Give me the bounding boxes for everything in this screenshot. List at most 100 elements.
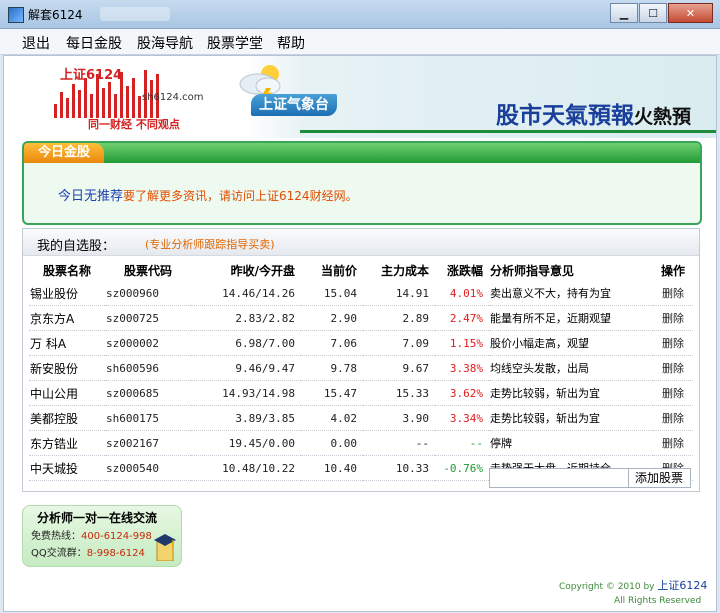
- stock-prev-open: 2.83/2.82: [191, 305, 301, 331]
- stock-advice: 停牌: [489, 430, 653, 456]
- maximize-button[interactable]: ☐: [639, 3, 667, 23]
- col-header-name: 股票名称: [42, 263, 91, 278]
- stock-price: 10.40: [301, 455, 363, 481]
- stock-code: sz000002: [105, 330, 191, 356]
- watchlist-subtitle: (专业分析师跟踪指导买卖): [145, 238, 275, 251]
- stock-table: 股票名称 股票代码 昨收/今开盘 当前价 主力成本 涨跌幅 分析师指导意见 操作…: [29, 259, 693, 481]
- stock-prev-open: 6.98/7.00: [191, 330, 301, 356]
- add-stock-box: 添加股票: [489, 468, 691, 488]
- stock-main-cost: 3.90: [363, 405, 435, 431]
- graduation-hat-icon: [154, 534, 176, 561]
- stock-advice: 股价小幅走高，观望: [489, 330, 653, 356]
- stock-name: 美都控股: [29, 405, 105, 431]
- stock-main-cost: --: [363, 430, 435, 456]
- stock-change: 3.38%: [435, 355, 489, 381]
- stock-main-cost: 15.33: [363, 380, 435, 406]
- stock-name: 中山公用: [29, 380, 105, 406]
- today-panel-header: 今日金股: [24, 143, 700, 163]
- rights-reserved: All Rights Reserved: [614, 596, 702, 606]
- stock-advice: 均线空头发散，出局: [489, 355, 653, 381]
- banner-headline: 股市天氣預報火熱預: [496, 96, 691, 130]
- stock-price: 2.90: [301, 305, 363, 331]
- table-row: 京东方A sz000725 2.83/2.82 2.90 2.89 2.47% 能量有所不足…: [29, 305, 693, 331]
- delete-button[interactable]: 删除: [653, 330, 693, 356]
- banner-divider: [300, 130, 716, 133]
- stock-name: 新安股份: [29, 355, 105, 381]
- delete-button[interactable]: 删除: [653, 355, 693, 381]
- stock-change: --: [435, 430, 489, 456]
- qq-label: QQ交流群：: [31, 548, 87, 559]
- logo-domain: sh6124.com: [142, 92, 204, 103]
- stock-code: sz000960: [105, 281, 191, 306]
- today-gold-stock-panel: 今日金股 今日无推荐要了解更多资讯，请访问上证6124财经网。: [22, 141, 702, 225]
- stock-advice: 卖出意义不大，持有为宜: [489, 281, 653, 306]
- stock-prev-open: 19.45/0.00: [191, 430, 301, 456]
- stock-price: 15.47: [301, 380, 363, 406]
- stock-code: sz000685: [105, 380, 191, 406]
- delete-button[interactable]: 删除: [653, 405, 693, 431]
- stock-name: 东方锆业: [29, 430, 105, 456]
- watchlist-panel: 我的自选股： (专业分析师跟踪指导买卖) 股票名称 股票代码 昨收/今开盘 当前…: [22, 228, 700, 492]
- copyright-brand: 上证6124: [657, 579, 708, 592]
- stock-prev-open: 14.46/14.26: [191, 281, 301, 306]
- close-icon: ✕: [685, 6, 696, 20]
- site-logo[interactable]: 上证6124 sh6124.com 同一财经 不同观点: [4, 56, 244, 138]
- delete-button[interactable]: 删除: [653, 281, 693, 306]
- window-controls: ▁ ☐ ✕: [609, 3, 713, 23]
- menu-stock-navigation[interactable]: 股海导航: [137, 33, 193, 53]
- banner-headline-hot: 火熱預: [634, 106, 692, 128]
- window-title: 解套6124: [28, 8, 83, 22]
- menu-daily-gold-stock[interactable]: 每日金股: [66, 33, 122, 53]
- stock-main-cost: 2.89: [363, 305, 435, 331]
- site-link[interactable]: 上证6124财经网: [255, 189, 346, 203]
- stock-code: sh600175: [105, 405, 191, 431]
- delete-button[interactable]: 删除: [653, 305, 693, 331]
- table-row: 锡业股份 sz000960 14.46/14.26 15.04 14.91 4.01% 卖出…: [29, 281, 693, 306]
- table-header-row: 股票名称 股票代码 昨收/今开盘 当前价 主力成本 涨跌幅 分析师指导意见 操作: [29, 259, 693, 281]
- col-header-advice: 分析师指导意见: [490, 263, 575, 278]
- stock-main-cost: 9.67: [363, 355, 435, 381]
- stock-change: 1.15%: [435, 330, 489, 356]
- stock-code: sz000725: [105, 305, 191, 331]
- stock-table-body: 锡业股份 sz000960 14.46/14.26 15.04 14.91 4.01% 卖出…: [29, 281, 693, 481]
- col-header-change: 涨跌幅: [446, 263, 483, 278]
- stock-name: 京东方A: [29, 305, 105, 331]
- analyst-contact-card: 分析师一对一在线交流 免费热线：400-6124-998 QQ交流群：8-998…: [22, 505, 182, 567]
- col-header-action: 操作: [660, 263, 685, 278]
- col-header-price: 当前价: [320, 263, 357, 278]
- delete-button[interactable]: 删除: [653, 380, 693, 406]
- stock-code: sz002167: [105, 430, 191, 456]
- add-stock-button[interactable]: 添加股票: [630, 470, 688, 486]
- add-box-divider: [628, 469, 629, 487]
- col-header-code: 股票代码: [123, 263, 172, 278]
- stock-code: sz000540: [105, 455, 191, 481]
- message-end: 。: [345, 189, 358, 203]
- no-recommendation-text: 今日无推荐: [58, 189, 124, 204]
- minimize-button[interactable]: ▁: [610, 3, 638, 23]
- analyst-title: 分析师一对一在线交流: [37, 511, 158, 525]
- stock-change: 2.47%: [435, 305, 489, 331]
- menu-help[interactable]: 帮助: [277, 33, 305, 53]
- copyright-text: Copyright © 2010 by: [559, 582, 655, 592]
- weather-station-label: 上证气象台: [251, 94, 337, 116]
- menu-stock-school[interactable]: 股票学堂: [207, 33, 263, 53]
- stock-name: 锡业股份: [29, 281, 105, 306]
- hotline-number: 400-6124-998: [81, 531, 152, 542]
- stock-price: 15.04: [301, 281, 363, 306]
- stock-main-cost: 7.09: [363, 330, 435, 356]
- stock-name: 万 科A: [29, 330, 105, 356]
- watchlist-title: 我的自选股：: [37, 239, 116, 254]
- delete-button[interactable]: 删除: [653, 430, 693, 456]
- qq-number: 8-998-6124: [86, 548, 145, 559]
- today-tab: 今日金股: [24, 143, 104, 163]
- stock-change: 3.34%: [435, 405, 489, 431]
- stock-price: 0.00: [301, 430, 363, 456]
- table-row: 中山公用 sz000685 14.93/14.98 15.47 15.33 3.62% 走势…: [29, 380, 693, 406]
- hotline-line: 免费热线：400-6124-998: [31, 527, 152, 542]
- add-stock-input[interactable]: [490, 469, 626, 487]
- banner-headline-main: 股市天氣預報: [496, 102, 634, 129]
- minimize-icon: ▁: [619, 6, 629, 20]
- table-row: 美都控股 sh600175 3.89/3.85 4.02 3.90 3.34% 走势比较弱，…: [29, 405, 693, 431]
- menu-exit[interactable]: 退出: [22, 33, 50, 53]
- close-button[interactable]: ✕: [668, 3, 713, 23]
